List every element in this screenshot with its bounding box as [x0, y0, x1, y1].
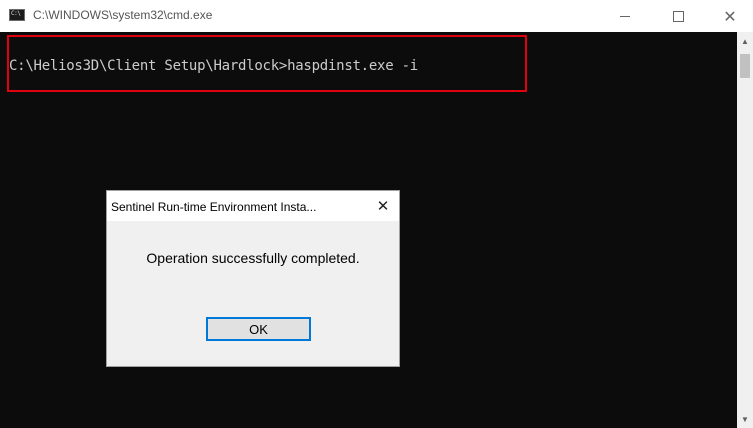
close-icon: ✕ [723, 6, 737, 26]
close-button[interactable]: ✕ [707, 0, 753, 32]
scroll-thumb[interactable] [740, 54, 750, 78]
maximize-button[interactable] [655, 0, 701, 32]
scroll-down-arrow-icon[interactable]: ▼ [737, 414, 753, 424]
dialog-titlebar[interactable]: Sentinel Run-time Environment Insta... ✕ [107, 191, 399, 221]
command-highlight-box [7, 35, 527, 92]
dialog-message: Operation successfully completed. [146, 250, 360, 266]
minimize-icon [620, 15, 630, 17]
dialog-close-button[interactable]: ✕ [369, 195, 397, 217]
vertical-scrollbar[interactable]: ▲ ▼ [737, 32, 753, 428]
window-titlebar[interactable]: C:\ C:\WINDOWS\system32\cmd.exe ✕ [0, 0, 753, 32]
window-title: C:\WINDOWS\system32\cmd.exe [33, 8, 213, 22]
dialog-title: Sentinel Run-time Environment Insta... [111, 200, 317, 214]
close-icon: ✕ [376, 197, 390, 215]
ok-button[interactable]: OK [206, 317, 311, 341]
dialog-body: Operation successfully completed. OK [107, 221, 399, 366]
scroll-up-arrow-icon[interactable]: ▲ [737, 36, 753, 46]
maximize-icon [672, 10, 684, 22]
minimize-button[interactable] [602, 0, 648, 32]
cmd-icon: C:\ [9, 9, 25, 21]
installer-dialog: Sentinel Run-time Environment Insta... ✕… [106, 190, 400, 367]
